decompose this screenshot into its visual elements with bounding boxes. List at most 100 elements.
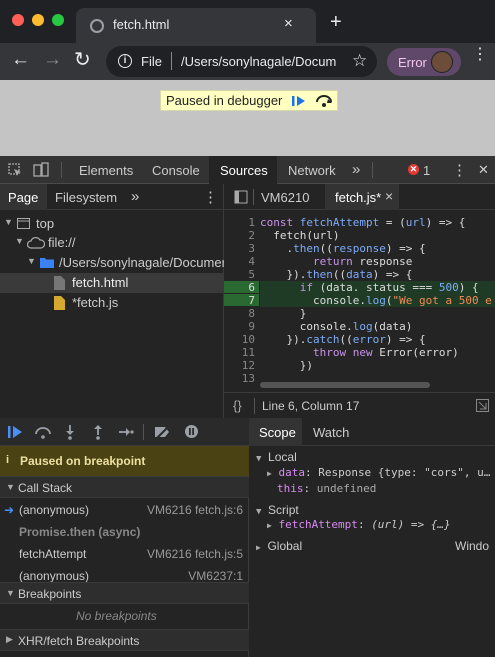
step-into-icon[interactable] <box>64 424 76 440</box>
line-number[interactable]: 2 <box>225 229 255 242</box>
file-icon <box>54 276 65 290</box>
error-icon[interactable]: ✕ <box>408 164 419 175</box>
more-navigator-tabs-icon[interactable]: » <box>131 188 139 205</box>
code-line[interactable]: console.log("We got a 500 e <box>260 294 492 307</box>
inspect-element-icon[interactable] <box>8 163 22 177</box>
horizontal-scrollbar[interactable] <box>260 382 430 388</box>
step-over-icon[interactable] <box>315 93 333 108</box>
tree-item-fetch-js[interactable]: *fetch.js <box>0 293 224 313</box>
call-frame[interactable]: fetchAttempt VM6216 fetch.js:5 <box>0 543 249 565</box>
line-number[interactable]: 9 <box>225 320 255 333</box>
address-bar[interactable]: i File /Users/sonylnagale/Document/fetch… <box>106 46 377 77</box>
info-icon[interactable]: i <box>118 54 132 68</box>
pause-on-exceptions-icon[interactable] <box>184 424 199 439</box>
editor-tab-fetch-js[interactable]: fetch.js* × <box>325 184 399 210</box>
scope-script-header[interactable]: ▼ Script <box>256 503 299 517</box>
line-number[interactable]: 11 <box>225 346 255 359</box>
deactivate-breakpoints-icon[interactable] <box>154 425 172 439</box>
step-over-icon[interactable] <box>34 425 52 439</box>
line-number[interactable]: 5 <box>225 268 255 281</box>
more-tabs-icon[interactable]: » <box>352 161 360 178</box>
code-token: ) => { <box>372 268 413 281</box>
tree-item-fetch-html[interactable]: fetch.html <box>0 273 224 293</box>
scope-key: data <box>278 466 305 479</box>
profile-error-pill[interactable]: Error <box>387 48 461 76</box>
code-line[interactable]: console.log(data) <box>260 320 413 333</box>
line-number[interactable]: 3 <box>225 242 255 255</box>
code-line[interactable]: }).catch((error) => { <box>260 333 425 346</box>
line-number[interactable]: 13 <box>225 372 255 385</box>
browser-menu-icon[interactable]: ⋮ <box>472 47 488 63</box>
code-line[interactable]: .then((response) => { <box>260 242 426 255</box>
tab-close-icon[interactable]: × <box>284 15 293 32</box>
minimize-window-icon[interactable] <box>32 14 44 26</box>
browser-tab[interactable]: fetch.html × <box>76 8 316 43</box>
editor-tab-vm6210[interactable]: VM6210 <box>261 190 309 205</box>
line-number[interactable]: 6 <box>225 281 255 294</box>
tab-scope[interactable]: Scope <box>249 418 302 446</box>
scope-global-header[interactable]: ▶ Global Windo <box>256 539 491 553</box>
tree-item-folder[interactable]: ▼ /Users/sonylnagale/Document <box>0 253 224 273</box>
reload-button[interactable]: ↻ <box>74 50 91 70</box>
async-label: Promise.then (async) <box>19 525 141 539</box>
code-line[interactable]: return response <box>260 255 412 268</box>
code-token: (( <box>332 268 347 281</box>
line-number[interactable]: 4 <box>225 255 255 268</box>
line-number[interactable]: 7 <box>225 294 255 307</box>
coverage-icon[interactable] <box>476 399 489 412</box>
device-toolbar-icon[interactable] <box>33 162 49 178</box>
step-out-icon[interactable] <box>92 424 104 440</box>
maximize-window-icon[interactable] <box>52 14 64 26</box>
line-number[interactable]: 8 <box>225 307 255 320</box>
navigator-menu-icon[interactable]: ⋮ <box>203 188 218 206</box>
editor-tab-close-icon[interactable]: × <box>385 188 393 204</box>
breakpoints-header[interactable]: ▼ Breakpoints <box>0 582 249 604</box>
toggle-navigator-icon[interactable] <box>234 190 248 204</box>
scope-local-header[interactable]: ▼ Local <box>256 450 297 464</box>
code-line[interactable]: }) <box>260 359 313 372</box>
step-icon[interactable] <box>118 426 134 438</box>
close-devtools-icon[interactable]: ✕ <box>478 162 489 178</box>
js-file-icon <box>54 296 65 310</box>
paused-banner: i Paused on breakpoint <box>0 446 249 476</box>
xhr-breakpoints-header[interactable]: ▶ XHR/fetch Breakpoints <box>0 629 249 651</box>
forward-button[interactable]: → <box>43 50 62 70</box>
tab-watch[interactable]: Watch <box>313 425 349 440</box>
tree-item-origin[interactable]: ▼ file:// <box>0 233 224 253</box>
resume-icon[interactable] <box>290 94 308 108</box>
code-line[interactable]: } <box>260 307 307 320</box>
code-line[interactable]: fetch(url) <box>260 229 339 242</box>
line-number[interactable]: 12 <box>225 359 255 372</box>
error-count[interactable]: 1 <box>423 163 430 178</box>
cloud-icon <box>27 237 45 249</box>
url-text[interactable]: /Users/sonylnagale/Document/fetch.html <box>181 54 336 69</box>
call-frame[interactable]: ➜ (anonymous) VM6216 fetch.js:6 <box>0 498 249 521</box>
code-token: ) => { <box>385 242 426 255</box>
tab-page[interactable]: Page <box>0 184 47 210</box>
scope-this-row[interactable]: this: undefined <box>277 482 376 495</box>
tab-console[interactable]: Console <box>152 163 200 178</box>
scope-data-row[interactable]: ▶ data: Response {type: "cors", u… <box>267 466 490 479</box>
resume-icon[interactable] <box>7 425 25 439</box>
close-window-icon[interactable] <box>12 14 24 26</box>
tree-item-top[interactable]: ▼ top <box>0 214 224 234</box>
tab-elements[interactable]: Elements <box>79 163 133 178</box>
line-number[interactable]: 10 <box>225 333 255 346</box>
line-number[interactable]: 1 <box>225 216 255 229</box>
bookmark-star-icon[interactable]: ☆ <box>352 51 367 71</box>
call-stack-header[interactable]: ▼ Call Stack <box>0 476 249 498</box>
tab-network[interactable]: Network <box>288 163 336 178</box>
code-content[interactable]: const fetchAttempt = (url) => { fetch(ur… <box>260 212 495 382</box>
new-tab-button[interactable]: + <box>330 11 342 34</box>
back-button[interactable]: ← <box>11 50 30 70</box>
code-line[interactable]: throw new Error(error) <box>260 346 459 359</box>
code-line[interactable]: if (data. status === 500) { <box>260 281 479 294</box>
devtools-menu-icon[interactable]: ⋮ <box>452 161 467 179</box>
tab-filesystem[interactable]: Filesystem <box>55 190 117 205</box>
tab-sources[interactable]: Sources <box>209 156 277 184</box>
scope-fetchattempt-row[interactable]: ▶ fetchAttempt: (url) => {…} <box>267 518 451 531</box>
pretty-print-icon[interactable]: {} <box>233 398 242 413</box>
code-line[interactable]: }).then((data) => { <box>260 268 412 281</box>
line-gutter[interactable]: 1 2 3 4 5 6 7 8 9 10 11 12 13 <box>224 212 259 385</box>
code-line[interactable]: const fetchAttempt = (url) => { <box>260 216 465 229</box>
